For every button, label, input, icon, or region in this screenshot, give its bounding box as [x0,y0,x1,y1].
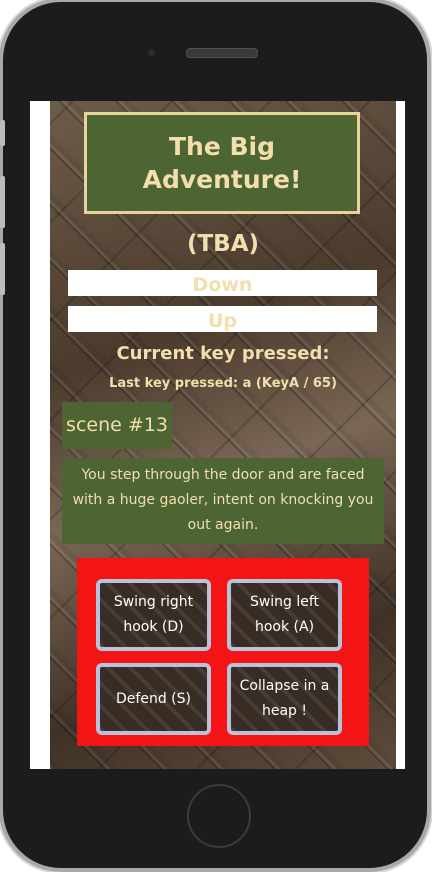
phone-screen: The Big Adventure! (TBA) Down Up Current… [30,101,405,769]
side-button-mute [0,120,5,146]
last-key-text: Last key pressed: a (KeyA / 65) [109,376,337,391]
down-button[interactable]: Down [68,270,377,296]
title-box: The Big Adventure! [84,112,360,214]
speaker-grille [186,48,258,58]
narrative-text: You step through the door and are faced … [62,458,384,544]
choice-collapse[interactable]: Collapse in a heap ! [227,663,342,735]
choice-swing-left-hook[interactable]: Swing left hook (A) [227,579,342,651]
current-key-heading: Current key pressed: [116,343,330,364]
choice-defend[interactable]: Defend (S) [96,663,211,735]
game-title: The Big Adventure! [142,132,302,194]
camera-icon [148,49,155,56]
status-text: (TBA) [186,231,260,257]
up-button[interactable]: Up [68,306,377,332]
side-button-volume-down [0,243,5,295]
game-app: The Big Adventure! (TBA) Down Up Current… [50,101,396,769]
choice-swing-right-hook[interactable]: Swing right hook (D) [96,579,211,651]
home-button[interactable] [187,784,251,848]
scene-badge: scene #13 [62,402,172,449]
side-button-volume-up [0,176,5,228]
choices-panel: Swing right hook (D) Swing left hook (A)… [77,558,369,746]
